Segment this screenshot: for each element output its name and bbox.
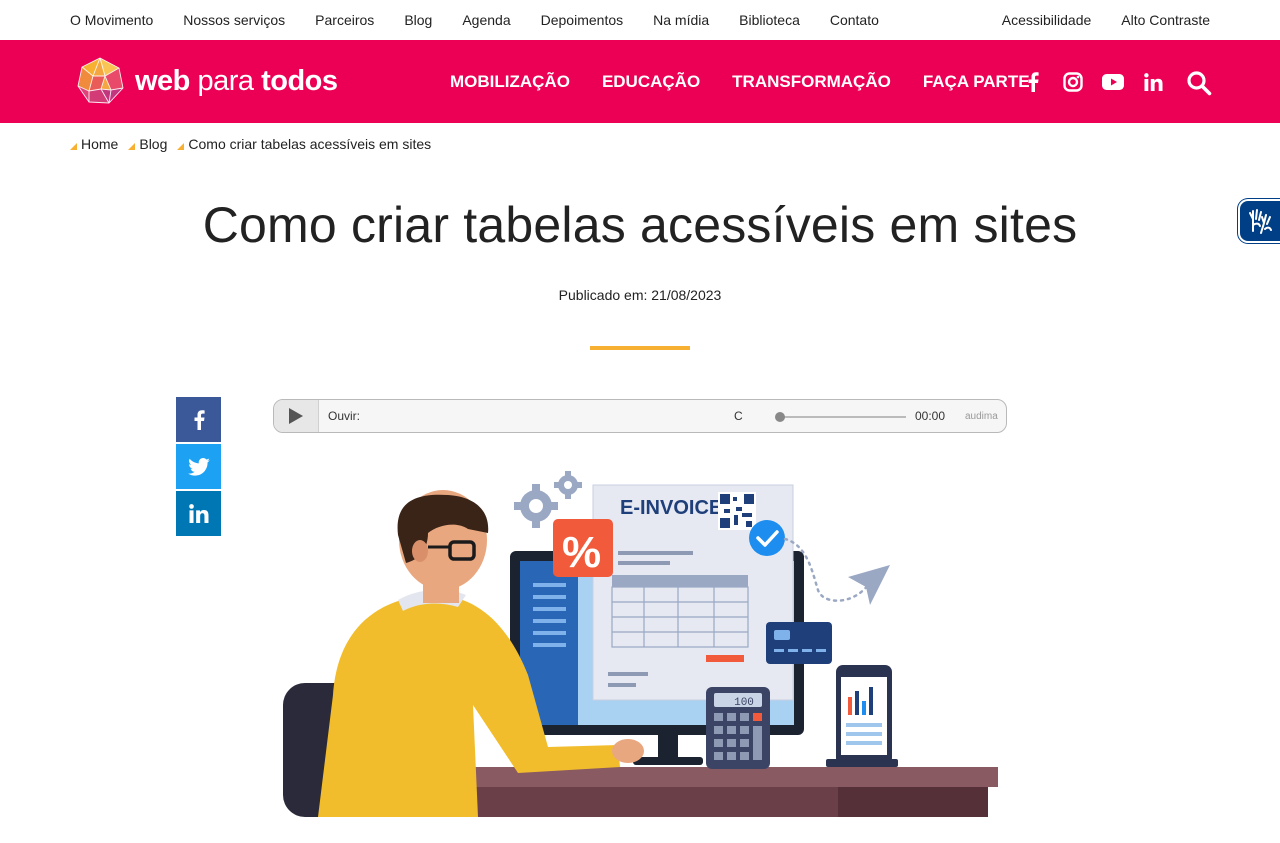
search-icon[interactable] [1186, 70, 1212, 96]
breadcrumb-current-label: Como criar tabelas acessíveis em sites [188, 136, 432, 152]
article-illustration: E-INVOICE % 100 [283, 471, 998, 817]
invoice-document: E-INVOICE [592, 484, 794, 701]
linkedin-icon [188, 504, 208, 523]
breadcrumb-home-label: Home [81, 136, 119, 152]
percent-symbol: % [562, 528, 601, 577]
calculator-icon: 100 [706, 687, 770, 769]
top-utility-bar: O Movimento Nossos serviços Parceiros Bl… [0, 0, 1280, 40]
logo-gem-icon [77, 57, 124, 104]
accessibility-link[interactable]: Acessibilidade [1002, 12, 1092, 28]
utility-link-contato[interactable]: Contato [830, 12, 879, 28]
facebook-share-button[interactable] [176, 397, 221, 442]
invoice-title: E-INVOICE [620, 497, 722, 519]
logo-word-web: web [135, 64, 190, 97]
player-c-label: C [734, 409, 743, 423]
high-contrast-link[interactable]: Alto Contraste [1121, 12, 1210, 28]
utility-link-na-midia[interactable]: Na mídia [653, 12, 709, 28]
paper-plane-icon [848, 565, 890, 605]
utility-link-depoimentos[interactable]: Depoimentos [541, 12, 624, 28]
nav-transformacao[interactable]: TRANSFORMAÇÃO [732, 72, 891, 92]
twitter-share-button[interactable] [176, 444, 221, 489]
breadcrumb-triangle-icon [70, 143, 77, 150]
qr-code [718, 492, 756, 530]
twitter-icon [187, 457, 210, 476]
utility-link-agenda[interactable]: Agenda [462, 12, 510, 28]
breadcrumb-current: Como criar tabelas acessíveis em sites [177, 136, 431, 152]
accessibility-links: Acessibilidade Alto Contraste [1002, 0, 1210, 40]
nav-mobilizacao[interactable]: MOBILIZAÇÃO [450, 72, 570, 92]
player-time: 00:00 [915, 409, 946, 423]
nav-faca-parte[interactable]: FAÇA PARTE [923, 72, 1030, 92]
calculator-display: 100 [734, 697, 754, 709]
play-button[interactable] [274, 400, 319, 432]
logo-wordmark: web para todos [135, 65, 338, 98]
utility-link-parceiros[interactable]: Parceiros [315, 12, 374, 28]
main-header: web para todos MOBILIZAÇÃO EDUCAÇÃO TRAN… [0, 40, 1280, 123]
page-title: Como criar tabelas acessíveis em sites [202, 197, 1078, 253]
breadcrumb-home[interactable]: Home [70, 136, 118, 152]
instagram-icon[interactable] [1062, 71, 1084, 93]
logo-word-para: para [189, 64, 262, 97]
main-nav: MOBILIZAÇÃO EDUCAÇÃO TRANSFORMAÇÃO FAÇA … [450, 40, 1030, 123]
site-logo[interactable]: web para todos [75, 56, 338, 106]
breadcrumb-blog-label: Blog [139, 136, 168, 152]
youtube-icon[interactable] [1102, 71, 1124, 93]
linkedin-icon[interactable] [1142, 71, 1164, 93]
percent-badge: % [553, 519, 613, 577]
linkedin-share-button[interactable] [176, 491, 221, 536]
player-label: Ouvir: [328, 409, 361, 423]
social-links [1022, 40, 1164, 123]
breadcrumb-triangle-icon [128, 143, 136, 150]
progress-handle[interactable] [775, 412, 785, 422]
published-date: Publicado em: 21/08/2023 [558, 287, 722, 303]
breadcrumb-blog[interactable]: Blog [128, 136, 167, 152]
facebook-icon [194, 409, 205, 430]
utility-link-blog[interactable]: Blog [404, 12, 432, 28]
play-icon [289, 408, 303, 424]
desk-shadow [838, 787, 988, 817]
nav-educacao[interactable]: EDUCAÇÃO [602, 72, 700, 92]
breadcrumb: Home Blog Como criar tabelas acessíveis … [70, 136, 431, 152]
audio-player: Ouvir: C 00:00 audima [273, 399, 1007, 433]
progress-track[interactable] [780, 416, 906, 418]
credit-card-icon [766, 622, 832, 664]
check-badge-icon [749, 520, 785, 556]
utility-link-o-movimento[interactable]: O Movimento [70, 12, 153, 28]
utility-link-nossos-servicos[interactable]: Nossos serviços [183, 12, 285, 28]
share-bar [176, 397, 221, 538]
player-brand[interactable]: audima [965, 411, 998, 422]
sign-language-hands-icon [1249, 209, 1272, 234]
utility-link-biblioteca[interactable]: Biblioteca [739, 12, 800, 28]
sign-language-widget[interactable] [1238, 199, 1280, 243]
title-divider [590, 346, 690, 350]
logo-word-todos: todos [261, 64, 338, 97]
facebook-icon[interactable] [1022, 71, 1044, 93]
phone-icon [826, 665, 898, 767]
utility-nav: O Movimento Nossos serviços Parceiros Bl… [70, 0, 879, 40]
breadcrumb-triangle-icon [177, 143, 185, 150]
